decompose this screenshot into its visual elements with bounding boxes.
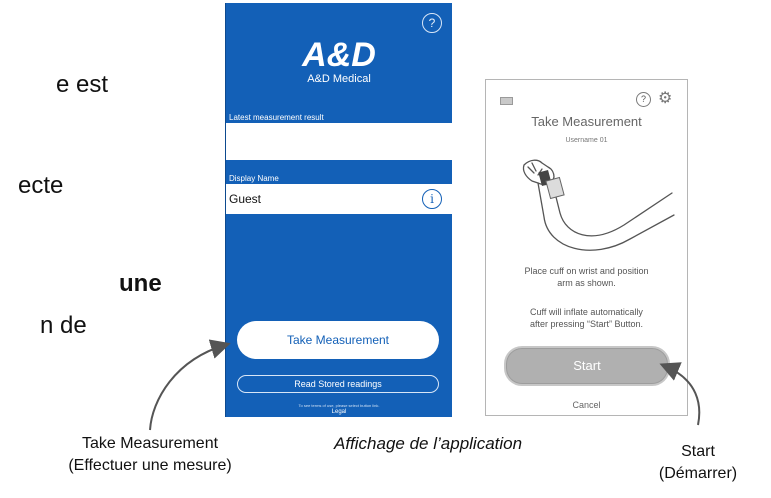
username-label: Username 01	[565, 137, 608, 144]
help-icon[interactable]: ?	[636, 92, 651, 107]
instruction-line-1: Place cuff on wrist and position	[524, 266, 649, 276]
doc-text-line-4: n de	[40, 312, 87, 339]
instruction-line-3: Cuff will inflate automatically	[530, 307, 643, 317]
display-name-label: Display Name	[229, 174, 279, 183]
read-stored-readings-button[interactable]: Read Stored readings	[237, 375, 439, 393]
arm-cuff-illustration	[522, 159, 675, 251]
instruction-line-4: after pressing “Start” Button.	[529, 319, 644, 329]
gear-icon[interactable]: ⚙	[658, 88, 672, 108]
caption-take-line-1: Take Measurement	[81, 435, 219, 452]
app-home-screen: ? A&D A&D Medical Latest measurement res…	[225, 3, 452, 417]
caption-start: Start (Démarrer)	[638, 441, 758, 485]
and-logo: A&D	[226, 36, 452, 76]
display-name-value: Guest	[229, 192, 262, 206]
caption-take-line-2: (Effectuer une mesure)	[68, 457, 232, 474]
cancel-button[interactable]: Cancel	[486, 400, 687, 410]
caption-take-measurement: Take Measurement (Effectuer une mesure)	[25, 433, 275, 477]
legal-link[interactable]: Legal	[226, 409, 452, 415]
logo-text: A&D	[301, 37, 376, 71]
battery-icon	[500, 97, 513, 105]
latest-result-label: Latest measurement result	[229, 113, 324, 122]
brand-name: A&D Medical	[307, 73, 371, 85]
start-button[interactable]: Start	[504, 346, 670, 386]
info-icon[interactable]: i	[422, 189, 442, 209]
doc-text-line-3: une	[119, 270, 162, 297]
take-measurement-screen: ? ⚙ Take Measurement Username 01 Place c…	[485, 79, 688, 416]
display-name-field[interactable]: Guest i	[226, 184, 452, 214]
caption-app-display: Affichage de l’application	[334, 434, 523, 453]
take-measurement-button[interactable]: Take Measurement	[237, 321, 439, 359]
instruction-line-2: arm as shown.	[557, 278, 616, 288]
doc-text-line-1: e est	[56, 71, 109, 98]
latest-result-box	[226, 123, 452, 160]
terms-text: To see terms of use, please select butto…	[298, 403, 380, 408]
caption-start-line-1: Start	[681, 443, 715, 460]
arrow-take-measurement	[149, 339, 231, 431]
caption-start-line-2: (Démarrer)	[658, 465, 738, 482]
help-icon[interactable]: ?	[422, 13, 442, 33]
screen-title: Take Measurement	[531, 114, 642, 129]
doc-text-line-2: ecte	[18, 172, 64, 199]
